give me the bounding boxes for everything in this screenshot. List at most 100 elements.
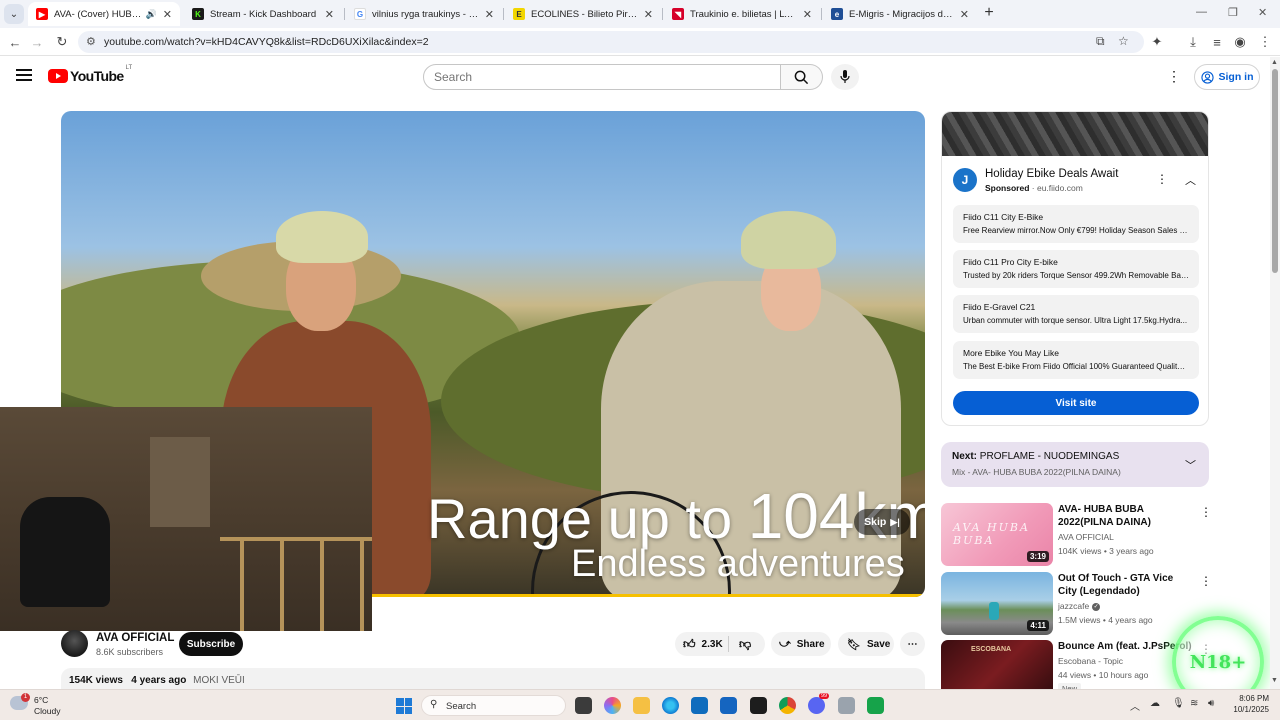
search-input[interactable] — [424, 65, 780, 89]
tab-search-button[interactable]: ⌄ — [4, 4, 24, 24]
advertiser-logo[interactable]: J — [953, 168, 977, 192]
youtube-play-icon — [48, 69, 68, 83]
chrome-icon[interactable] — [779, 697, 796, 714]
video-channel[interactable]: jazzcafe — [1058, 601, 1089, 611]
close-tab-icon[interactable]: ✕ — [325, 8, 334, 21]
reload-icon[interactable]: ↻ — [53, 33, 71, 51]
minimize-icon[interactable]: — — [1196, 6, 1207, 18]
ad-sitelink[interactable]: Fiido C11 Pro City E-bike Trusted by 20k… — [953, 250, 1199, 288]
video-thumbnail[interactable]: AVA HUBA BUBA 3:19 — [941, 503, 1053, 566]
close-tab-icon[interactable]: ✕ — [485, 8, 494, 21]
tab-kick[interactable]: K Stream - Kick Dashboard ✕ — [184, 2, 342, 26]
media-controls-icon[interactable]: ≡ — [1208, 33, 1226, 51]
forward-icon[interactable]: → — [28, 33, 46, 51]
show-hidden-icons[interactable]: ︿ — [1130, 698, 1140, 713]
dislike-button[interactable]: 👎︎ — [729, 637, 751, 652]
scroll-up-icon[interactable]: ▲ — [1271, 59, 1278, 66]
scroll-thumb[interactable] — [1272, 69, 1278, 273]
video-duration: 4:11 — [1027, 620, 1049, 631]
ad-sitelink[interactable]: Fiido E-Gravel C21 Urban commuter with t… — [953, 295, 1199, 333]
more-actions-button[interactable]: ⋯ — [900, 632, 925, 656]
close-tab-icon[interactable]: ✕ — [803, 8, 812, 21]
description-tag[interactable]: MOKI VEŪI — [193, 675, 245, 686]
ad-sitelink[interactable]: More Ebike You May Like The Best E-bike … — [953, 341, 1199, 379]
video-title[interactable]: Out Of Touch - GTA Vice City (Legendado) — [1058, 572, 1194, 598]
restore-icon[interactable]: ❐ — [1228, 6, 1238, 19]
up-next-card[interactable]: Next: PROFLAME - NUODEMINGAS Mix - AVA- … — [941, 442, 1209, 487]
page-scrollbar[interactable]: ▲ ▼ — [1270, 57, 1280, 689]
like-dislike-group: 👍︎ 2.3K 👎︎ — [675, 632, 765, 656]
video-title[interactable]: AVA- HUBA BUBA 2022(PILNA DAINA) — [1058, 503, 1194, 529]
chevron-up-icon[interactable]: ︿ — [1185, 172, 1196, 188]
recommended-video[interactable]: 4:11 Out Of Touch - GTA Vice City (Legen… — [941, 572, 1212, 636]
visit-site-button[interactable]: Visit site — [953, 391, 1199, 415]
save-button[interactable]: 🔖︎ Save — [838, 632, 894, 656]
terminal-app-icon[interactable] — [750, 697, 767, 714]
recommended-video[interactable]: AVA HUBA BUBA 3:19 AVA- HUBA BUBA 2022(P… — [941, 503, 1212, 567]
skip-ad-button[interactable]: Skip ▶| — [854, 509, 910, 535]
downloads-icon[interactable]: ⤓ — [1184, 33, 1202, 51]
channel-name[interactable]: AVA OFFICIAL — [96, 632, 174, 644]
voice-search-button[interactable] — [831, 64, 859, 90]
profile-icon[interactable]: ◉ — [1231, 33, 1249, 51]
close-tab-icon[interactable]: ✕ — [960, 8, 969, 21]
sign-in-button[interactable]: Sign in — [1194, 64, 1260, 90]
speaker-icon[interactable]: 🔊 — [146, 9, 157, 20]
settings-menu-icon[interactable]: ⋮ — [1167, 68, 1181, 84]
copilot-icon[interactable] — [604, 697, 621, 714]
network-icon[interactable]: ☁ — [1150, 698, 1160, 709]
edge-icon[interactable] — [662, 697, 679, 714]
bookmark-star-icon[interactable]: ☆ — [1118, 34, 1129, 48]
new-tab-button[interactable]: + — [980, 4, 998, 22]
system-clock[interactable]: 8:06 PM 10/1/2025 — [1225, 693, 1269, 715]
tab-e-migris[interactable]: e E-Migris - Migracijos departam ✕ — [823, 2, 977, 26]
install-app-icon[interactable]: ⧉ — [1096, 34, 1105, 49]
share-button[interactable]: ⤻ Share — [771, 632, 831, 656]
subscribe-button[interactable]: Subscribe — [179, 632, 243, 656]
microsoft-store-icon[interactable] — [691, 697, 708, 714]
browser-menu-icon[interactable]: ⋮ — [1256, 33, 1274, 51]
extensions-icon[interactable]: ✦ — [1148, 33, 1166, 51]
youtube-logo[interactable]: YouTube LT — [48, 65, 132, 84]
volume-icon[interactable]: 🔊︎ — [1208, 698, 1214, 709]
ad-banner-image[interactable] — [942, 112, 1208, 156]
taskbar-search[interactable]: ⚲ Search — [421, 695, 566, 716]
discord-icon[interactable]: 99 — [808, 693, 830, 714]
file-explorer-icon[interactable] — [633, 697, 650, 714]
ad-sitelink[interactable]: Fiido C11 City E-Bike Free Rearview mirr… — [953, 205, 1199, 243]
video-menu-icon[interactable]: ⋮ — [1200, 505, 1212, 519]
close-window-icon[interactable]: ✕ — [1258, 6, 1267, 19]
scroll-down-icon[interactable]: ▼ — [1271, 677, 1278, 684]
microphone-tray-icon[interactable]: 🎙︎ — [1172, 698, 1185, 709]
tab-ltg-link[interactable]: ◥ Traukinio e. bilietas | LTG Link ✕ — [664, 2, 820, 26]
ad-menu-icon[interactable]: ⋮ — [1156, 172, 1168, 186]
wifi-icon[interactable]: ≋ — [1190, 698, 1198, 709]
video-thumbnail[interactable]: 4:11 — [941, 572, 1053, 635]
address-bar[interactable]: ⚙ youtube.com/watch?v=kHD4CAVYQ8k&list=R… — [78, 31, 1144, 53]
video-channel[interactable]: Escobana - Topic — [1058, 656, 1123, 666]
video-menu-icon[interactable]: ⋮ — [1200, 574, 1212, 588]
snipping-tool-icon[interactable] — [838, 697, 855, 714]
close-tab-icon[interactable]: ✕ — [644, 8, 653, 21]
back-icon[interactable]: ← — [6, 33, 24, 51]
up-next-title-line: Next: PROFLAME - NUODEMINGAS — [952, 451, 1119, 462]
outlook-icon[interactable] — [720, 697, 737, 714]
close-tab-icon[interactable]: ✕ — [163, 8, 172, 21]
upload-age: 4 years ago — [131, 675, 187, 686]
site-info-icon[interactable]: ⚙ — [86, 35, 96, 48]
video-channel[interactable]: AVA OFFICIAL — [1058, 532, 1114, 542]
menu-icon[interactable] — [16, 69, 32, 81]
windows-start-icon[interactable] — [396, 698, 412, 714]
obs-studio-icon[interactable] — [867, 697, 884, 714]
tab-google[interactable]: G vilnius ryga traukinys - Google ✕ — [346, 2, 502, 26]
bookmark-icon: 🔖︎ — [847, 638, 861, 651]
ad-title[interactable]: Holiday Ebike Deals Await — [985, 168, 1118, 180]
channel-avatar[interactable] — [61, 630, 88, 657]
chevron-down-icon[interactable]: ﹀ — [1185, 457, 1196, 473]
tab-ecolines[interactable]: E ECOLINES - Bilieto Pirkimas – V ✕ — [505, 2, 661, 26]
task-view-icon[interactable] — [575, 697, 592, 714]
search-button[interactable] — [781, 64, 823, 90]
description-meta: 154K views 4 years ago MOKI VEŪI — [69, 675, 245, 686]
like-button[interactable]: 👍︎ 2.3K — [675, 636, 729, 652]
tab-youtube[interactable]: ▶ AVA- (Cover) HUBA BUBA 2 🔊 ✕ — [28, 2, 180, 26]
